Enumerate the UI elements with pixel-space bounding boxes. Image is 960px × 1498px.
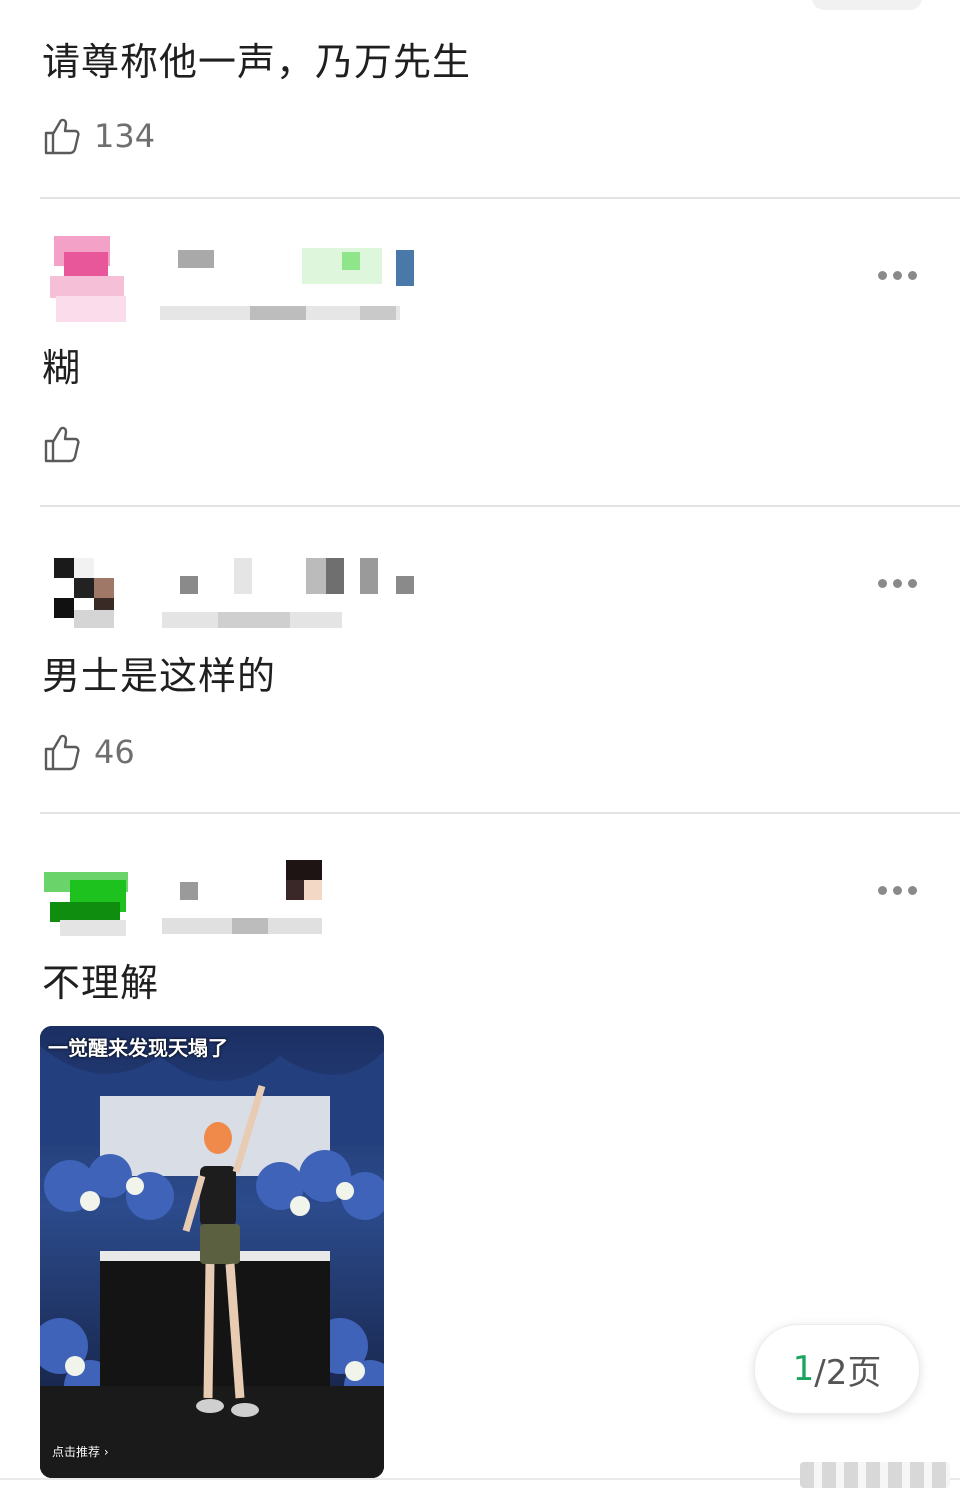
like-button[interactable]: 134 xyxy=(42,114,155,158)
image-caption: 一觉醒来发现天塌了 xyxy=(48,1036,228,1060)
divider xyxy=(40,197,960,199)
avatar[interactable] xyxy=(40,232,128,322)
photo-illustration xyxy=(40,1026,384,1478)
divider xyxy=(40,812,960,814)
divider xyxy=(40,505,960,507)
top-pill-button[interactable] xyxy=(812,0,922,10)
username-blurred[interactable] xyxy=(150,540,430,630)
avatar[interactable] xyxy=(40,846,128,936)
image-bottom-label: 点击推荐 › xyxy=(52,1445,109,1459)
like-count: 134 xyxy=(94,117,156,155)
avatar[interactable] xyxy=(40,540,128,630)
comment-text: 糊 xyxy=(42,346,82,390)
current-page: 1 xyxy=(792,1349,815,1389)
comment-text: 请尊称他一声，乃万先生 xyxy=(42,40,472,84)
page-total: /2页 xyxy=(814,1352,882,1393)
like-button[interactable] xyxy=(42,422,94,466)
comment-image[interactable]: 一觉醒来发现天塌了 点击推荐 › xyxy=(40,1026,384,1478)
thumbs-up-icon xyxy=(44,118,80,155)
username-blurred[interactable] xyxy=(150,232,430,322)
comment-text: 不理解 xyxy=(42,961,160,1005)
thumbs-up-icon xyxy=(44,426,80,463)
more-options-icon[interactable] xyxy=(878,265,917,285)
blurred-bar xyxy=(800,1462,950,1488)
username-blurred[interactable] xyxy=(150,846,430,936)
like-count: 46 xyxy=(94,733,135,771)
page-indicator[interactable]: 1/2页 xyxy=(754,1324,920,1414)
more-options-icon[interactable] xyxy=(878,573,917,593)
more-options-icon[interactable] xyxy=(878,880,917,900)
thumbs-up-icon xyxy=(44,734,80,771)
like-button[interactable]: 46 xyxy=(42,730,135,774)
comment-text: 男士是这样的 xyxy=(42,654,277,698)
